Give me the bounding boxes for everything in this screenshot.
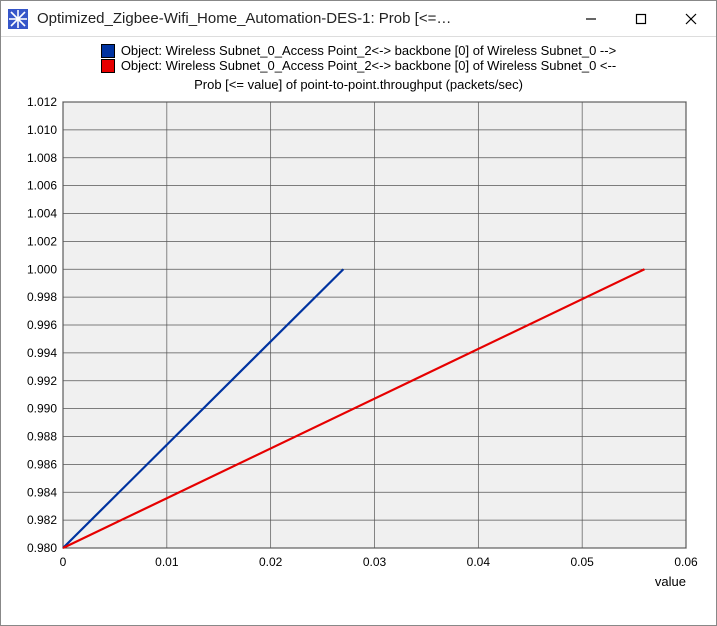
titlebar: Optimized_Zigbee-Wifi_Home_Automation-DE… xyxy=(1,1,716,37)
svg-text:0.980: 0.980 xyxy=(27,541,57,555)
svg-text:0.998: 0.998 xyxy=(27,290,57,304)
legend-label-1: Object: Wireless Subnet_0_Access Point_2… xyxy=(121,43,616,58)
svg-text:1.004: 1.004 xyxy=(27,207,57,221)
svg-text:0.06: 0.06 xyxy=(674,555,698,569)
svg-text:1.002: 1.002 xyxy=(27,234,57,248)
legend: Object: Wireless Subnet_0_Access Point_2… xyxy=(1,37,716,73)
svg-text:1.010: 1.010 xyxy=(27,123,57,137)
legend-item-2: Object: Wireless Subnet_0_Access Point_2… xyxy=(1,58,716,73)
window-title: Optimized_Zigbee-Wifi_Home_Automation-DE… xyxy=(37,10,566,27)
x-axis-label: value xyxy=(655,574,686,589)
svg-text:0.02: 0.02 xyxy=(259,555,283,569)
svg-text:0.05: 0.05 xyxy=(570,555,594,569)
svg-text:0: 0 xyxy=(60,555,67,569)
close-button[interactable] xyxy=(666,1,716,37)
svg-text:0.986: 0.986 xyxy=(27,457,57,471)
chart-content: Object: Wireless Subnet_0_Access Point_2… xyxy=(1,37,716,625)
svg-text:0.03: 0.03 xyxy=(363,555,387,569)
svg-text:0.994: 0.994 xyxy=(27,346,57,360)
svg-text:1.008: 1.008 xyxy=(27,151,57,165)
svg-text:0.992: 0.992 xyxy=(27,374,57,388)
minimize-button[interactable] xyxy=(566,1,616,37)
svg-text:0.990: 0.990 xyxy=(27,402,57,416)
app-window: Optimized_Zigbee-Wifi_Home_Automation-DE… xyxy=(0,0,717,626)
maximize-button[interactable] xyxy=(616,1,666,37)
svg-text:0.01: 0.01 xyxy=(155,555,179,569)
svg-text:0.988: 0.988 xyxy=(27,430,57,444)
legend-swatch-1 xyxy=(101,44,115,58)
legend-item-1: Object: Wireless Subnet_0_Access Point_2… xyxy=(1,43,716,58)
legend-swatch-2 xyxy=(101,59,115,73)
svg-text:0.04: 0.04 xyxy=(467,555,491,569)
svg-text:0.984: 0.984 xyxy=(27,485,57,499)
svg-text:1.006: 1.006 xyxy=(27,179,57,193)
chart-title: Prob [<= value] of point-to-point.throug… xyxy=(1,77,716,92)
svg-text:1.012: 1.012 xyxy=(27,95,57,109)
svg-text:1.000: 1.000 xyxy=(27,262,57,276)
legend-label-2: Object: Wireless Subnet_0_Access Point_2… xyxy=(121,58,616,73)
svg-text:0.996: 0.996 xyxy=(27,318,57,332)
svg-text:0.982: 0.982 xyxy=(27,513,57,527)
app-icon xyxy=(7,8,29,30)
y-tick-labels: 0.980 0.982 0.984 0.986 0.988 0.990 0.992 0.994… xyxy=(27,95,57,555)
x-tick-labels: 0 0.01 0.02 0.03 0.04 0.05 0.06 xyxy=(60,555,698,569)
chart-plot: 0.980 0.982 0.984 0.986 0.988 0.990 0.992 0.994… xyxy=(1,94,716,594)
